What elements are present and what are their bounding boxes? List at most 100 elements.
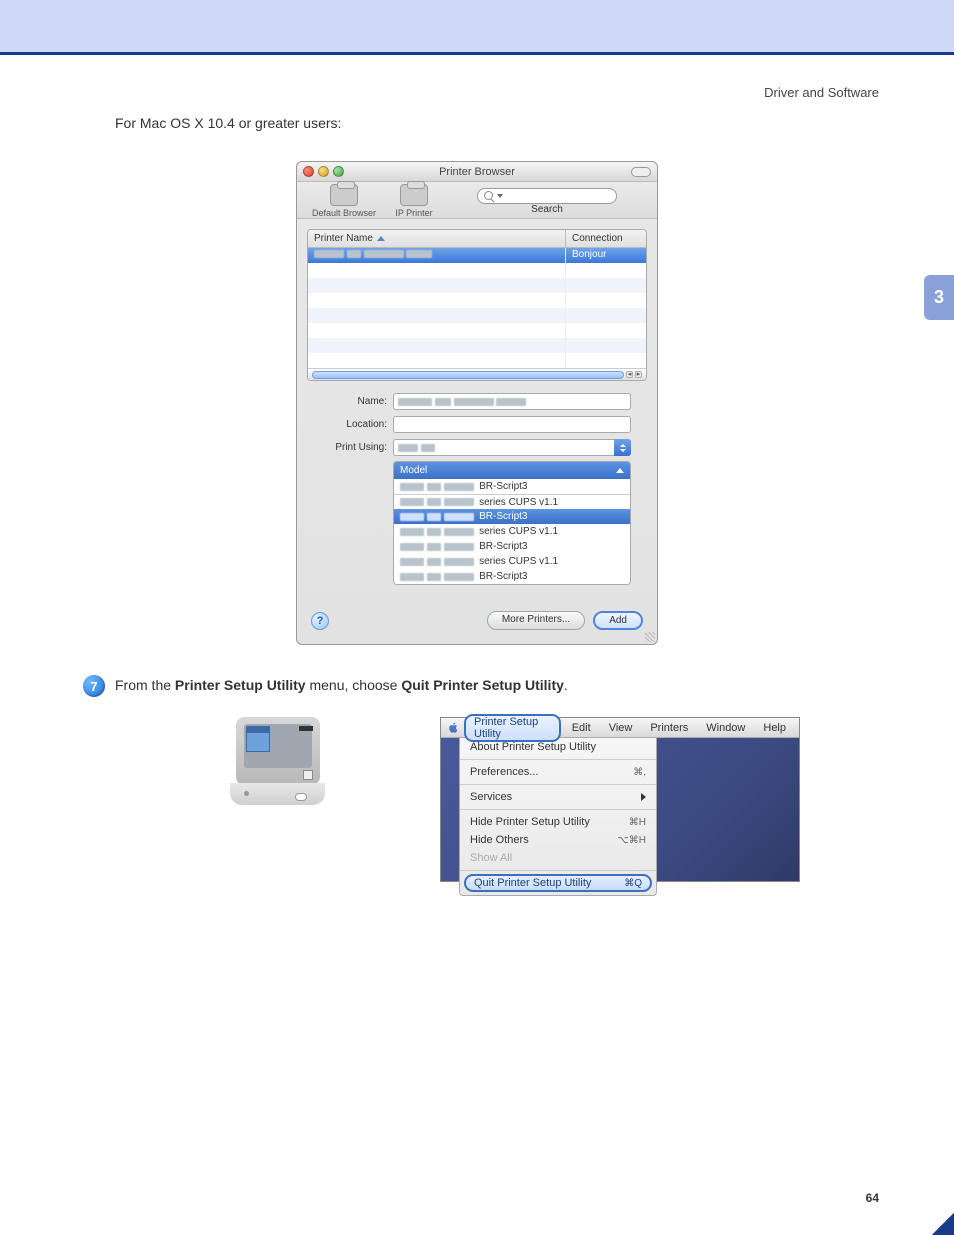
chevron-right-icon [641, 793, 646, 801]
model-row[interactable]: series CUPS v1.1 [394, 524, 630, 539]
row0-connection: Bonjour [566, 248, 646, 263]
menu-prefs-label: Preferences... [470, 766, 538, 778]
model-header[interactable]: Model [394, 462, 630, 479]
menu-show-all: Show All [460, 849, 656, 867]
menu-printers[interactable]: Printers [643, 722, 695, 734]
model-row[interactable]: series CUPS v1.1 [394, 554, 630, 569]
menu-separator [460, 784, 656, 785]
table-row[interactable] [308, 338, 646, 353]
print-using-label: Print Using: [323, 442, 393, 453]
ip-printer-button[interactable]: IP Printer [379, 184, 449, 218]
model-label: series CUPS v1.1 [479, 497, 624, 508]
printer-list: Printer Name Connection Bonjour [307, 229, 647, 381]
location-label: Location: [323, 419, 393, 430]
step-pre: From the [115, 677, 175, 693]
model-row[interactable]: series CUPS v1.1 [394, 494, 630, 509]
popup-arrows-icon[interactable] [614, 439, 631, 456]
name-label: Name: [323, 396, 393, 407]
search-input[interactable] [477, 188, 617, 204]
model-row[interactable]: BR-Script3 [394, 509, 630, 524]
hide-others-shortcut: ⌥⌘H [617, 835, 646, 846]
table-row[interactable] [308, 308, 646, 323]
default-browser-button[interactable]: Default Browser [309, 184, 379, 218]
add-button[interactable]: Add [593, 611, 643, 630]
help-button[interactable]: ? [311, 612, 329, 630]
table-row[interactable] [308, 323, 646, 338]
toolbar: Default Browser IP Printer Search [297, 182, 657, 219]
top-accent-band [0, 0, 954, 55]
model-label: BR-Script3 [479, 481, 624, 492]
menu-hide-others-label: Hide Others [470, 834, 529, 846]
scroll-thumb[interactable] [312, 371, 624, 379]
location-field[interactable] [393, 416, 631, 433]
menu-services-label: Services [470, 791, 512, 803]
horizontal-scrollbar[interactable]: ◂ ▸ [308, 368, 646, 380]
menu-hide[interactable]: Hide Printer Setup Utility ⌘H [460, 813, 656, 831]
menu-view[interactable]: View [602, 722, 640, 734]
search-label: Search [531, 204, 563, 215]
toolbar-pill-icon[interactable] [631, 167, 651, 177]
menu-edit[interactable]: Edit [565, 722, 598, 734]
scroll-left-icon[interactable]: ◂ [626, 371, 633, 378]
more-printers-button[interactable]: More Printers... [487, 611, 585, 630]
table-row[interactable] [308, 278, 646, 293]
default-browser-label: Default Browser [312, 208, 376, 218]
sort-asc-icon [616, 468, 624, 473]
chapter-side-tab: 3 [924, 275, 954, 320]
table-body: Bonjour [308, 248, 646, 368]
menu-preferences[interactable]: Preferences...⌘, [460, 763, 656, 781]
table-row[interactable] [308, 263, 646, 278]
apple-icon[interactable] [447, 721, 460, 734]
menu-separator [460, 759, 656, 760]
search-container: Search [449, 188, 645, 215]
quit-shortcut: ⌘Q [624, 878, 642, 889]
model-row[interactable]: BR-Script3 [394, 539, 630, 554]
window-titlebar: Printer Browser [297, 162, 657, 182]
table-row[interactable] [308, 293, 646, 308]
col-printer-name-label: Printer Name [314, 233, 373, 244]
print-using-popup[interactable] [393, 439, 631, 456]
step-mid: menu, choose [306, 677, 402, 693]
menu-hide-label: Hide Printer Setup Utility [470, 816, 590, 828]
menu-window[interactable]: Window [699, 722, 752, 734]
printer-browser-window: Printer Browser Default Browser IP Print… [296, 161, 658, 645]
model-row[interactable]: BR-Script3 [394, 479, 630, 494]
sort-asc-icon [377, 236, 385, 241]
model-label: series CUPS v1.1 [479, 556, 624, 567]
step-instruction: From the Printer Setup Utility menu, cho… [115, 675, 568, 693]
menu-separator [460, 809, 656, 810]
model-list: Model BR-Script3 series CUPS v1.1 BR-Scr… [393, 461, 631, 585]
page-corner-icon [932, 1213, 954, 1235]
resize-grip-icon[interactable] [645, 632, 655, 642]
name-field[interactable] [393, 393, 631, 410]
running-header: Driver and Software [0, 55, 954, 100]
menu-app[interactable]: Printer Setup Utility [464, 714, 561, 742]
model-header-label: Model [400, 465, 427, 476]
step-bold2: Quit Printer Setup Utility [401, 677, 564, 693]
intro-text: For Mac OS X 10.4 or greater users: [115, 115, 839, 131]
menu-hide-others[interactable]: Hide Others ⌥⌘H [460, 831, 656, 849]
table-header[interactable]: Printer Name Connection [308, 230, 646, 248]
menu-screenshot: Printer Setup Utility Edit View Printers… [440, 717, 800, 882]
model-row[interactable]: BR-Script3 [394, 569, 630, 584]
model-label: BR-Script3 [479, 511, 624, 522]
menu-separator [460, 870, 656, 871]
menu-about-label: About Printer Setup Utility [470, 741, 596, 753]
step-post: . [564, 677, 568, 693]
scroll-right-icon[interactable]: ▸ [635, 371, 642, 378]
computer-illustration [230, 717, 325, 807]
menu-services[interactable]: Services [460, 788, 656, 806]
hide-shortcut: ⌘H [629, 817, 646, 828]
menu-show-all-label: Show All [470, 852, 512, 864]
menu-help[interactable]: Help [756, 722, 793, 734]
step-bold1: Printer Setup Utility [175, 677, 306, 693]
step-badge: 7 [83, 675, 105, 697]
table-row[interactable] [308, 353, 646, 368]
model-label: series CUPS v1.1 [479, 526, 624, 537]
table-row[interactable]: Bonjour [308, 248, 646, 263]
col-printer-name[interactable]: Printer Name [308, 230, 566, 247]
menu-about[interactable]: About Printer Setup Utility [460, 738, 656, 756]
col-connection[interactable]: Connection [566, 230, 646, 247]
menu-quit-label: Quit Printer Setup Utility [474, 877, 591, 889]
menu-quit[interactable]: Quit Printer Setup Utility ⌘Q [464, 874, 652, 892]
